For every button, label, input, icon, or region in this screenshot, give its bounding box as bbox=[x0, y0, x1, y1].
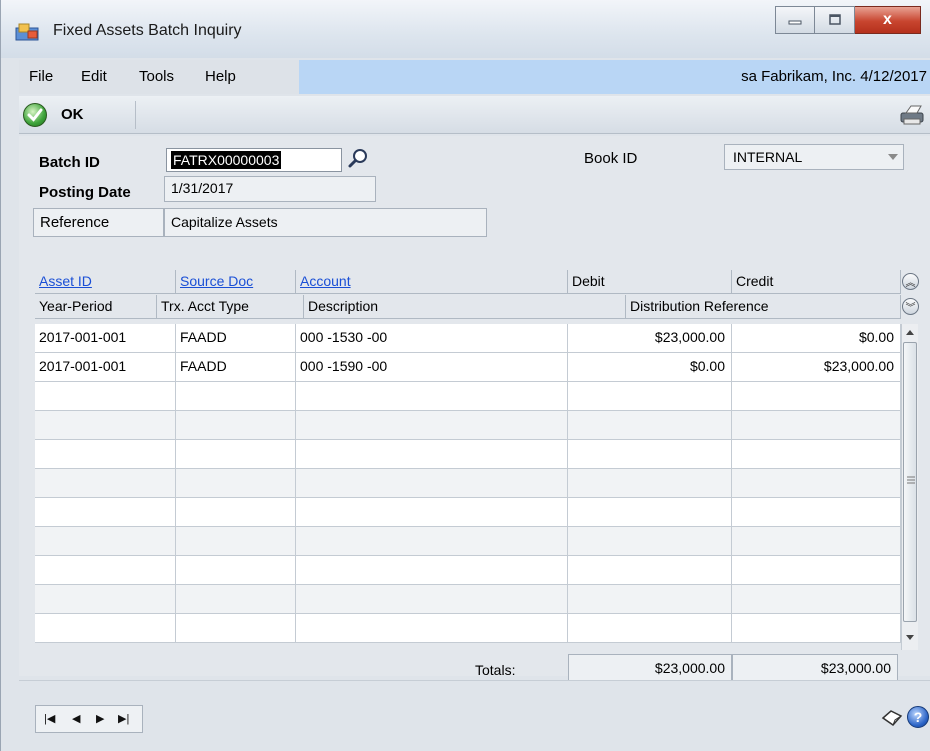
cell-year-period: 2017-001-001 bbox=[35, 353, 176, 382]
posting-date-label: Posting Date bbox=[39, 184, 131, 201]
window-controls: x bbox=[775, 6, 921, 34]
previous-record-button[interactable]: ◀ bbox=[72, 712, 80, 725]
book-id-dropdown[interactable]: INTERNAL bbox=[724, 144, 904, 170]
ok-checkmark-icon[interactable] bbox=[23, 103, 47, 127]
table-row[interactable] bbox=[35, 527, 901, 556]
col-description: Description bbox=[304, 295, 626, 319]
toolbar: OK bbox=[19, 96, 930, 134]
lookup-magnifier-icon[interactable] bbox=[346, 146, 372, 172]
help-label: ? bbox=[913, 709, 923, 725]
menu-tools[interactable]: Tools bbox=[139, 68, 174, 85]
batch-id-field[interactable]: FATRX00000003 bbox=[166, 148, 342, 172]
minimize-button[interactable] bbox=[775, 6, 815, 34]
table-row[interactable] bbox=[35, 498, 901, 527]
batch-id-value: FATRX00000003 bbox=[171, 151, 282, 169]
menu-help[interactable]: Help bbox=[205, 68, 236, 85]
next-record-button[interactable]: ▶ bbox=[96, 712, 104, 725]
book-id-label: Book ID bbox=[584, 150, 638, 167]
form-area: Batch ID FATRX00000003 Book ID INTERNAL … bbox=[19, 136, 930, 681]
collapse-rows-icon[interactable]: ︽ bbox=[902, 273, 919, 290]
maximize-button[interactable] bbox=[815, 6, 855, 34]
reference-label-box: Reference bbox=[33, 208, 164, 237]
grid-scrollbar[interactable] bbox=[901, 324, 918, 650]
title-bar: Fixed Assets Batch Inquiry x bbox=[1, 0, 930, 58]
expand-rows-icon[interactable]: ︾ bbox=[902, 298, 919, 315]
ok-button[interactable]: OK bbox=[61, 106, 84, 123]
bottom-bar: |◀ ◀ ▶ ▶| ? bbox=[19, 680, 930, 751]
col-year-period: Year-Period bbox=[35, 295, 157, 319]
scroll-down-icon[interactable] bbox=[905, 634, 915, 642]
table-row[interactable] bbox=[35, 382, 901, 411]
reference-field: Capitalize Assets bbox=[164, 208, 487, 237]
minimize-icon bbox=[788, 20, 802, 25]
posting-date-value: 1/31/2017 bbox=[171, 180, 234, 196]
col-trx-acct-type: Trx. Acct Type bbox=[157, 295, 304, 319]
total-credit: $23,000.00 bbox=[732, 654, 898, 681]
scroll-up-icon[interactable] bbox=[905, 328, 915, 336]
cell-account: 000 -1530 -00 bbox=[296, 324, 568, 353]
cell-acct-type: FAADD bbox=[176, 353, 296, 382]
cell-credit: $23,000.00 bbox=[732, 353, 901, 382]
last-record-button[interactable]: ▶| bbox=[118, 712, 129, 725]
close-button[interactable]: x bbox=[855, 6, 921, 34]
help-icon[interactable]: ? bbox=[907, 706, 929, 728]
book-id-value: INTERNAL bbox=[733, 149, 803, 165]
close-icon: x bbox=[883, 11, 892, 28]
fixed-assets-app-icon bbox=[15, 23, 39, 41]
col-debit: Debit bbox=[568, 270, 732, 294]
cell-account: 000 -1590 -00 bbox=[296, 353, 568, 382]
posting-date-field: 1/31/2017 bbox=[164, 176, 376, 202]
total-debit: $23,000.00 bbox=[568, 654, 732, 681]
table-row[interactable] bbox=[35, 440, 901, 469]
reference-label: Reference bbox=[40, 214, 110, 231]
col-source-doc[interactable]: Source Doc bbox=[176, 270, 296, 294]
scroll-thumb[interactable] bbox=[903, 342, 917, 622]
reference-value: Capitalize Assets bbox=[171, 214, 278, 230]
table-row[interactable] bbox=[35, 585, 901, 614]
user-company-date-strip: sa Fabrikam, Inc. 4/12/2017 bbox=[299, 60, 930, 94]
col-account[interactable]: Account bbox=[296, 270, 568, 294]
cell-debit: $23,000.00 bbox=[568, 324, 732, 353]
user-company-date: sa Fabrikam, Inc. 4/12/2017 bbox=[741, 68, 927, 85]
menu-edit[interactable]: Edit bbox=[81, 68, 107, 85]
cell-debit: $0.00 bbox=[568, 353, 732, 382]
menu-bar: File Edit Tools Help sa Fabrikam, Inc. 4… bbox=[19, 60, 930, 94]
window-title: Fixed Assets Batch Inquiry bbox=[53, 22, 242, 39]
toolbar-divider bbox=[135, 101, 136, 129]
col-distribution-reference: Distribution Reference bbox=[626, 295, 901, 319]
menu-file[interactable]: File bbox=[29, 68, 53, 85]
table-row[interactable] bbox=[35, 411, 901, 440]
cell-year-period: 2017-001-001 bbox=[35, 324, 176, 353]
printer-icon[interactable] bbox=[899, 104, 927, 126]
table-row[interactable]: 2017-001-001 FAADD 000 -1590 -00 $0.00 $… bbox=[35, 353, 901, 382]
cell-acct-type: FAADD bbox=[176, 324, 296, 353]
window: Fixed Assets Batch Inquiry x File Edit T… bbox=[0, 0, 930, 751]
batch-id-label: Batch ID bbox=[39, 154, 100, 171]
totals-label: Totals: bbox=[475, 662, 516, 678]
maximize-icon bbox=[828, 14, 841, 25]
chevron-down-icon bbox=[888, 154, 898, 160]
first-record-button[interactable]: |◀ bbox=[44, 712, 55, 725]
col-asset-id[interactable]: Asset ID bbox=[35, 270, 176, 294]
table-row[interactable] bbox=[35, 556, 901, 585]
table-row[interactable]: 2017-001-001 FAADD 000 -1530 -00 $23,000… bbox=[35, 324, 901, 353]
note-icon[interactable] bbox=[881, 708, 903, 728]
table-row[interactable] bbox=[35, 469, 901, 498]
record-navigation: |◀ ◀ ▶ ▶| bbox=[35, 705, 143, 733]
table-row[interactable] bbox=[35, 614, 901, 643]
cell-credit: $0.00 bbox=[732, 324, 901, 353]
col-credit: Credit bbox=[732, 270, 901, 294]
